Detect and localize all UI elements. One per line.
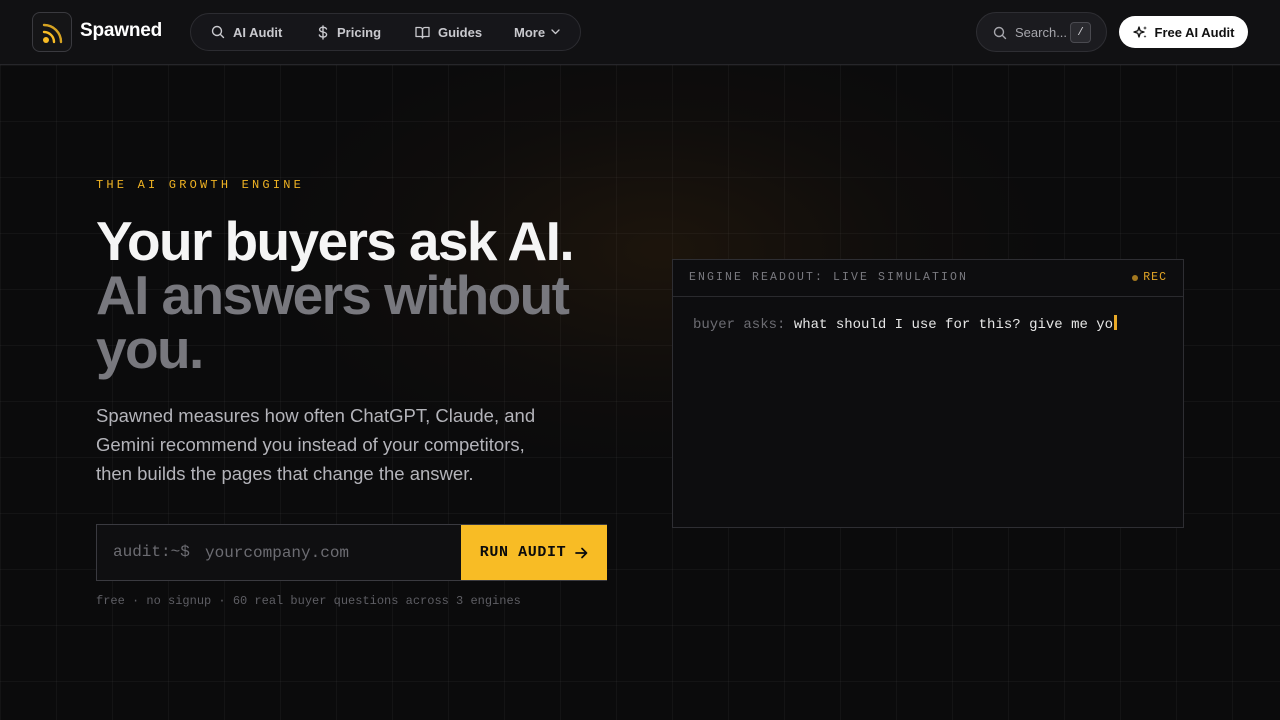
- arrow-right-icon: [575, 547, 588, 558]
- free-audit-button[interactable]: Free AI Audit: [1119, 16, 1248, 48]
- panel-header: ENGINE READOUT: LIVE SIMULATION REC: [673, 260, 1183, 297]
- run-audit-label: RUN AUDIT: [479, 544, 567, 561]
- nav-item-guides[interactable]: Guides: [415, 14, 482, 50]
- engine-readout-panel: ENGINE READOUT: LIVE SIMULATION REC buye…: [672, 259, 1184, 528]
- line-text: what should I use for this? give me yo: [793, 317, 1114, 333]
- keyboard-shortcut-badge: /: [1070, 22, 1091, 43]
- chevron-down-icon: [551, 29, 560, 35]
- nav-label: Guides: [438, 24, 483, 40]
- nav-label: AI Audit: [233, 24, 283, 40]
- line-label: buyer asks:: [693, 317, 794, 333]
- rec-dot-icon: [1132, 274, 1139, 281]
- fine-print: free · no signup · 60 real buyer questio…: [96, 594, 521, 608]
- nav-item-more[interactable]: More: [514, 14, 560, 50]
- run-audit-button[interactable]: RUN AUDIT: [461, 525, 607, 580]
- hero-eyebrow: THE AI GROWTH ENGINE: [96, 178, 305, 192]
- hero-headline: Your buyers ask AI. AI answers without y…: [96, 210, 616, 380]
- brand-name[interactable]: Spawned: [80, 20, 162, 42]
- terminal-prompt: audit:~$: [113, 543, 190, 561]
- hero-subheadline: Spawned measures how often ChatGPT, Clau…: [96, 405, 536, 484]
- top-navbar: Spawned AI Audit Pricing Guides More Sea…: [0, 0, 1280, 65]
- search-icon: [993, 26, 1007, 40]
- rss-signal-icon: [42, 23, 63, 44]
- nav-label: Pricing: [337, 24, 382, 40]
- search-icon: [211, 25, 225, 39]
- rec-label: REC: [1143, 271, 1167, 284]
- sparkles-icon: [1132, 25, 1147, 38]
- headline-line-2: AI answers without you.: [96, 264, 570, 380]
- logo[interactable]: [32, 12, 72, 52]
- nav-item-ai-audit[interactable]: AI Audit: [211, 14, 282, 50]
- main-nav: AI Audit Pricing Guides More: [190, 13, 581, 51]
- nav-label: More: [514, 24, 546, 40]
- dollar-icon: [318, 24, 328, 40]
- cta-label: Free AI Audit: [1154, 24, 1235, 40]
- typing-cursor-icon: [1114, 315, 1118, 330]
- search-box[interactable]: Search... /: [976, 12, 1107, 52]
- simulation-line: buyer asks: what should I use for this? …: [693, 315, 1118, 333]
- nav-item-pricing[interactable]: Pricing: [317, 14, 381, 50]
- search-placeholder: Search...: [1015, 25, 1068, 40]
- domain-input[interactable]: [205, 534, 455, 572]
- rec-indicator: REC: [1132, 271, 1167, 284]
- audit-form: audit:~$ RUN AUDIT: [96, 524, 607, 581]
- headline-line-1: Your buyers ask AI.: [96, 210, 575, 272]
- book-icon: [415, 26, 430, 39]
- panel-title: ENGINE READOUT: LIVE SIMULATION: [689, 271, 969, 284]
